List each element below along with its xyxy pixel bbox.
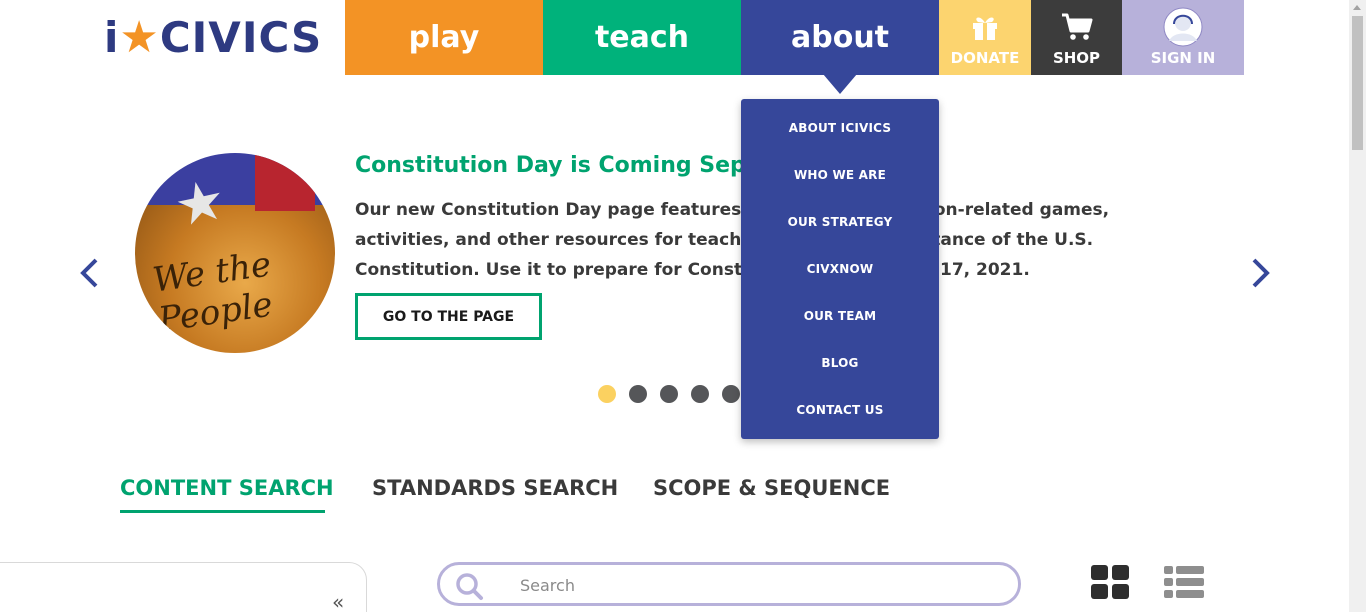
nav-play[interactable]: play	[345, 0, 543, 75]
menu-item-about-icivics[interactable]: ABOUT ICIVICS	[741, 105, 939, 152]
carousel-dot[interactable]	[660, 385, 678, 403]
search-icon[interactable]	[454, 571, 484, 601]
logo-letter-i: i	[104, 12, 120, 62]
menu-item-contact-us[interactable]: CONTACT US	[741, 387, 939, 434]
nav-play-label: play	[408, 20, 480, 55]
menu-item-our-team[interactable]: OUR TEAM	[741, 293, 939, 340]
nav-teach[interactable]: teach	[543, 0, 741, 75]
flag-stripe	[255, 153, 315, 211]
nav-sign-in-label: SIGN IN	[1150, 48, 1216, 67]
icivics-logo[interactable]: i ★ CIVICS	[104, 11, 323, 63]
slide-image-text: We the People	[150, 244, 276, 341]
carousel-dots	[598, 385, 740, 403]
nav-about[interactable]: about	[741, 0, 939, 75]
menu-item-our-strategy[interactable]: OUR STRATEGY	[741, 199, 939, 246]
search-input[interactable]	[520, 573, 1000, 597]
scroll-thumb[interactable]	[1352, 16, 1363, 150]
carousel-dot[interactable]	[598, 385, 616, 403]
about-dropdown-menu: ABOUT ICIVICS WHO WE ARE OUR STRATEGY CI…	[741, 99, 939, 439]
go-to-page-button[interactable]: GO TO THE PAGE	[355, 293, 542, 340]
page: i ★ CIVICS play teach about DONATE SHOP …	[0, 0, 1366, 612]
chevron-right-icon[interactable]	[1250, 258, 1272, 288]
logo-text: CIVICS	[159, 12, 323, 62]
cart-icon	[1061, 10, 1093, 44]
carousel-dot[interactable]	[629, 385, 647, 403]
nav-shop-label: SHOP	[1052, 48, 1101, 67]
menu-item-who-we-are[interactable]: WHO WE ARE	[741, 152, 939, 199]
user-avatar-icon	[1163, 7, 1203, 46]
nav-sign-in[interactable]: SIGN IN	[1122, 0, 1244, 75]
search-box	[437, 562, 1021, 606]
dropdown-caret	[823, 74, 857, 94]
active-tab-underline	[120, 510, 325, 513]
carousel-dot[interactable]	[691, 385, 709, 403]
scroll-up-arrow[interactable]	[1353, 5, 1361, 10]
flag-star: ★	[168, 166, 232, 241]
tab-content-search[interactable]: CONTENT SEARCH	[120, 476, 334, 500]
collapse-sidebar-icon[interactable]: «	[332, 590, 344, 612]
page-scrollbar[interactable]	[1349, 0, 1366, 612]
logo-star: ★	[119, 11, 160, 63]
list-view-icon[interactable]	[1164, 565, 1204, 599]
chevron-left-icon[interactable]	[78, 258, 100, 288]
grid-view-icon[interactable]	[1091, 565, 1129, 599]
nav-shop[interactable]: SHOP	[1031, 0, 1122, 75]
filter-sidebar	[0, 562, 367, 612]
nav-donate-label: DONATE	[950, 48, 1020, 67]
tab-scope-sequence[interactable]: SCOPE & SEQUENCE	[653, 476, 890, 500]
menu-item-civxnow[interactable]: CIVXNOW	[741, 246, 939, 293]
gift-icon	[970, 10, 1000, 44]
nav-donate[interactable]: DONATE	[939, 0, 1031, 75]
slide-image: ★ We the People	[135, 153, 335, 353]
tab-standards-search[interactable]: STANDARDS SEARCH	[372, 476, 618, 500]
carousel-dot[interactable]	[722, 385, 740, 403]
nav-teach-label: teach	[594, 20, 690, 55]
nav-about-label: about	[790, 20, 890, 55]
menu-item-blog[interactable]: BLOG	[741, 340, 939, 387]
